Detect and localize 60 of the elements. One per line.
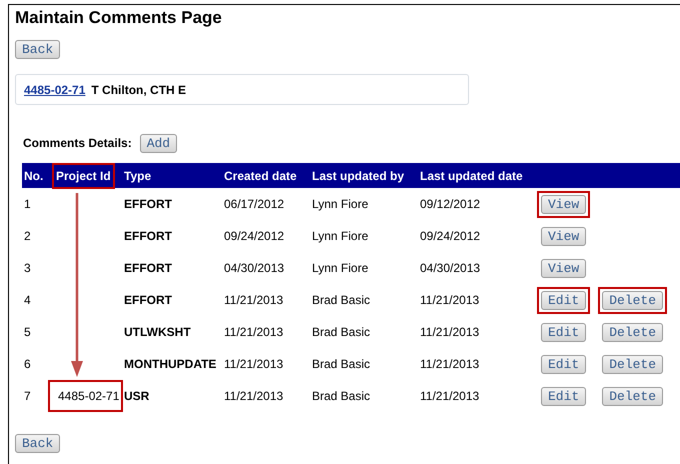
comment-type: EFFORT [124,293,172,307]
updated-date: 11/21/2013 [420,293,480,307]
updated-by: Brad Basic [312,293,370,307]
updated-by: Brad Basic [312,325,370,339]
column-header: Last updated by [312,168,404,182]
action-button[interactable]: Delete [602,290,664,310]
back-button[interactable]: Back [15,434,60,453]
comment-type: UTLWKSHT [124,325,191,339]
action-button[interactable]: View [541,194,586,214]
action-button[interactable]: View [541,258,586,278]
project-id: 4485-02-71 [48,380,124,412]
back-button[interactable]: Back [15,40,60,59]
row-number: 2 [24,229,31,243]
comment-type: MONTHUPDATE [124,357,216,371]
column-header: Type [124,168,152,182]
project-name: T Chilton, CTH E [91,82,186,96]
updated-date: 04/30/2013 [420,261,480,275]
column-header: Created date [224,168,297,182]
action-button[interactable]: Delete [602,354,664,374]
created-date: 04/30/2013 [224,261,284,275]
column-header: Project Id [54,164,113,186]
row-number: 4 [24,293,31,307]
row-number: 1 [24,197,31,211]
action-button[interactable]: Edit [541,322,586,342]
updated-date: 11/21/2013 [420,325,480,339]
updated-date: 09/12/2012 [420,197,480,211]
page-title: Maintain Comments Page [15,8,223,28]
updated-by: Lynn Fiore [312,197,368,211]
created-date: 09/24/2012 [224,229,284,243]
created-date: 11/21/2013 [224,389,284,403]
row-number: 6 [24,357,31,371]
created-date: 11/21/2013 [224,293,284,307]
row-number: 5 [24,325,31,339]
created-date: 11/21/2013 [224,357,284,371]
comment-type: EFFORT [124,197,172,211]
column-header: Last updated date [420,168,523,182]
comment-type: EFFORT [124,261,172,275]
updated-date: 11/21/2013 [420,357,480,371]
action-button[interactable]: Delete [602,386,664,406]
project-link[interactable]: 4485-02-71 [24,82,86,96]
created-date: 11/21/2013 [224,325,284,339]
created-date: 06/17/2012 [224,197,284,211]
add-button[interactable]: Add [140,134,178,152]
updated-date: 11/21/2013 [420,389,480,403]
row-number: 3 [24,261,31,275]
updated-by: Lynn Fiore [312,229,368,243]
updated-by: Brad Basic [312,389,370,403]
row-number: 7 [24,389,31,403]
action-button[interactable]: Delete [602,322,664,342]
updated-by: Lynn Fiore [312,261,368,275]
comment-type: USR [124,389,150,403]
action-button[interactable]: Edit [541,354,586,374]
action-button[interactable]: View [541,226,586,246]
comment-type: EFFORT [124,229,172,243]
action-button[interactable]: Edit [541,386,586,406]
section-label: Comments Details: [23,136,132,150]
updated-by: Brad Basic [312,357,370,371]
action-button[interactable]: Edit [541,290,586,310]
updated-date: 09/24/2012 [420,229,480,243]
column-header: No. [24,168,44,182]
